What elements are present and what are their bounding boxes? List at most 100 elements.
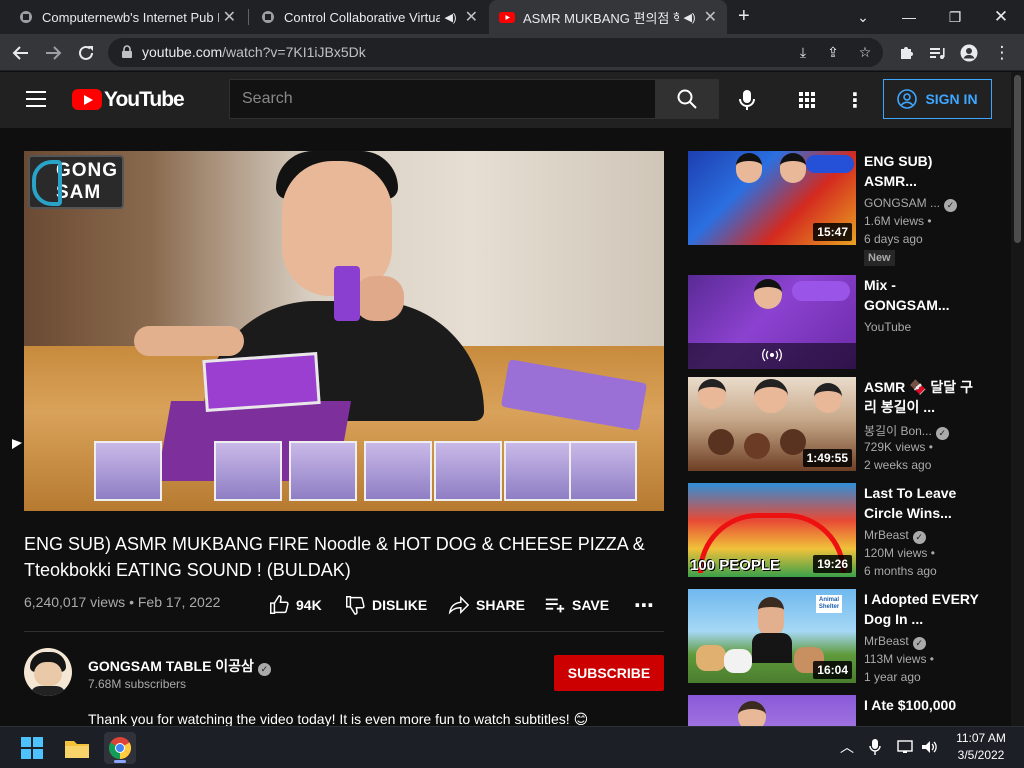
video-thumbnail[interactable]: 1:49:55 xyxy=(688,377,856,471)
network-icon[interactable] xyxy=(896,737,916,757)
recommendation-title[interactable]: ENG SUB) ASMR... xyxy=(864,151,984,191)
recommendation-item[interactable]: Mix - GONGSAM... YouTube xyxy=(688,275,988,369)
subscribe-button[interactable]: SUBSCRIBE xyxy=(554,655,664,691)
recommendation-age: 1 year ago xyxy=(864,670,921,684)
video-thumbnail[interactable]: 15:47 xyxy=(688,151,856,245)
video-card-pack xyxy=(569,441,637,501)
verified-check-icon: ✓ xyxy=(257,663,271,676)
volume-icon[interactable] xyxy=(920,737,940,757)
url-path: /watch?v=7KI1iJBx5Dk xyxy=(222,44,366,60)
lock-icon[interactable] xyxy=(120,45,134,59)
settings-kebab-icon[interactable]: ⋮ xyxy=(843,88,867,112)
video-thumbnail[interactable]: 100 PEOPLE 19:26 xyxy=(688,483,856,577)
gongsam-overlay-logo: GONG SAM xyxy=(28,155,124,209)
recommendation-title[interactable]: Mix - GONGSAM... xyxy=(864,275,984,315)
channel-avatar[interactable] xyxy=(24,648,72,696)
video-thumbnail[interactable]: Animal Shelter 16:04 xyxy=(688,589,856,683)
start-button[interactable] xyxy=(16,732,48,764)
video-thumbnail[interactable] xyxy=(688,275,856,369)
chrome-menu-icon[interactable]: ⋮ xyxy=(989,40,1015,66)
close-tab-icon[interactable]: ✕ xyxy=(704,7,717,27)
gongsam-logo-g-mark xyxy=(32,160,62,206)
apps-grid-icon xyxy=(799,92,815,108)
like-button[interactable]: 94K xyxy=(268,591,322,619)
install-app-icon[interactable]: ⤓ xyxy=(794,44,812,62)
chrome-taskbar-button[interactable] xyxy=(104,732,136,764)
profile-avatar-icon[interactable] xyxy=(956,40,982,66)
video-juice-pack xyxy=(334,266,360,321)
youtube-logo-icon[interactable] xyxy=(72,89,102,110)
microphone-tray-icon[interactable] xyxy=(865,737,885,757)
video-player[interactable]: GONG SAM xyxy=(24,151,664,511)
dislike-button[interactable]: DISLIKE xyxy=(344,591,427,619)
browser-tab-3-active[interactable]: ASMR MUKBANG 편의점 핵 ◀) ✕ xyxy=(489,0,727,34)
recommendation-item[interactable]: 1:49:55 ASMR 🍫 달달 구리 봉길이 ... 봉길이 Bon... ✓… xyxy=(688,377,988,472)
system-clock[interactable]: 11:07 AM 3/5/2022 xyxy=(945,730,1017,764)
search-input[interactable] xyxy=(230,80,655,118)
voice-search-button[interactable] xyxy=(735,88,759,112)
channel-name-row[interactable]: GONGSAM TABLE 이공삼 ✓ xyxy=(88,656,271,676)
windows-taskbar: ︿ 11:07 AM 3/5/2022 xyxy=(0,726,1024,768)
recommendation-age: 6 months ago xyxy=(864,564,937,578)
tab-search-icon[interactable]: ⌄ xyxy=(840,0,886,34)
tab-audio-icon[interactable]: ◀) xyxy=(444,11,456,24)
recommendation-item[interactable]: 100 PEOPLE 19:26 Last To Leave Circle Wi… xyxy=(688,483,988,578)
close-tab-icon[interactable]: ✕ xyxy=(223,7,236,27)
close-tab-icon[interactable]: ✕ xyxy=(465,7,478,27)
verified-check-icon: ✓ xyxy=(944,199,958,212)
browser-tab-strip: Computernewb's Internet Pub H ✕ Control … xyxy=(0,0,1024,34)
file-explorer-button[interactable] xyxy=(61,732,93,764)
gongsam-logo-text: GONG SAM xyxy=(56,160,119,203)
recommendation-views: 120M views • xyxy=(864,546,935,560)
browser-tab-title: Computernewb's Internet Pub H xyxy=(42,9,219,25)
new-tab-button[interactable]: + xyxy=(738,5,750,28)
recommendation-channel: 봉길이 Bon... xyxy=(864,424,932,438)
share-button[interactable]: SHARE xyxy=(448,591,525,619)
recommendation-item[interactable]: I Ate $100,000 xyxy=(688,695,988,726)
recommendation-item[interactable]: Animal Shelter 16:04 I Adopted EVERY Dog… xyxy=(688,589,988,684)
video-thumbnail[interactable] xyxy=(688,695,856,726)
save-label: SAVE xyxy=(572,597,610,613)
reload-icon xyxy=(79,45,93,60)
back-button[interactable] xyxy=(8,40,34,66)
youtube-logo-text[interactable]: YouTube xyxy=(104,88,185,112)
view-count-text: 1.6M views xyxy=(864,214,925,228)
forward-arrow-icon xyxy=(46,46,62,60)
close-window-button[interactable]: ✕ xyxy=(978,0,1024,34)
url-text: youtube.com/watch?v=7KI1iJBx5Dk xyxy=(142,44,366,60)
show-hidden-icons-chevron[interactable]: ︿ xyxy=(837,737,857,757)
browser-tab-1[interactable]: Computernewb's Internet Pub H ✕ xyxy=(8,0,246,34)
page-scrollbar-thumb[interactable] xyxy=(1014,75,1021,243)
recommendation-channel-row: MrBeast ✓ xyxy=(864,634,926,650)
forward-button[interactable] xyxy=(40,40,66,66)
browser-tab-title: Control Collaborative Virtual xyxy=(284,9,441,25)
search-button[interactable] xyxy=(655,79,719,119)
more-actions-icon[interactable]: ⋯ xyxy=(634,591,654,619)
recommendation-title[interactable]: I Adopted EVERY Dog In ... xyxy=(864,589,984,629)
media-control-icon[interactable] xyxy=(924,40,950,66)
save-button[interactable]: SAVE xyxy=(544,591,609,619)
recommendation-item[interactable]: 15:47 ENG SUB) ASMR... GONGSAM ... ✓ 1.6M… xyxy=(688,151,988,266)
search-box xyxy=(229,79,656,119)
restore-button[interactable]: ❐ xyxy=(932,0,978,34)
thumbnail-caption-100-people: 100 PEOPLE xyxy=(690,557,781,574)
recommendation-channel-row: 봉길이 Bon... ✓ xyxy=(864,422,949,440)
address-bar[interactable]: youtube.com/watch?v=7KI1iJBx5Dk ⤓ ⇪ ☆ xyxy=(108,38,883,67)
share-page-icon[interactable]: ⇪ xyxy=(824,44,842,62)
recommendation-title[interactable]: I Ate $100,000 xyxy=(864,695,984,715)
reload-button[interactable] xyxy=(73,40,99,66)
browser-tab-2[interactable]: Control Collaborative Virtual ◀) ✕ xyxy=(250,0,488,34)
sign-in-button[interactable]: SIGN IN xyxy=(883,79,992,119)
tab-audio-icon[interactable]: ◀) xyxy=(683,11,695,24)
bookmark-star-icon[interactable]: ☆ xyxy=(856,44,874,62)
extensions-puzzle-icon[interactable] xyxy=(893,40,919,66)
video-snack-package xyxy=(202,352,321,412)
minimize-button[interactable]: — xyxy=(886,0,932,34)
recommendation-title[interactable]: ASMR 🍫 달달 구리 봉길이 ... xyxy=(864,377,984,417)
recommendation-channel: GONGSAM ... xyxy=(864,196,941,210)
recommendation-title[interactable]: Last To Leave Circle Wins... xyxy=(864,483,984,523)
hamburger-menu-icon[interactable] xyxy=(26,91,46,107)
clock-date: 3/5/2022 xyxy=(957,748,1005,762)
channel-name[interactable]: GONGSAM TABLE 이공삼 xyxy=(88,658,254,674)
apps-grid-button[interactable] xyxy=(795,88,819,112)
